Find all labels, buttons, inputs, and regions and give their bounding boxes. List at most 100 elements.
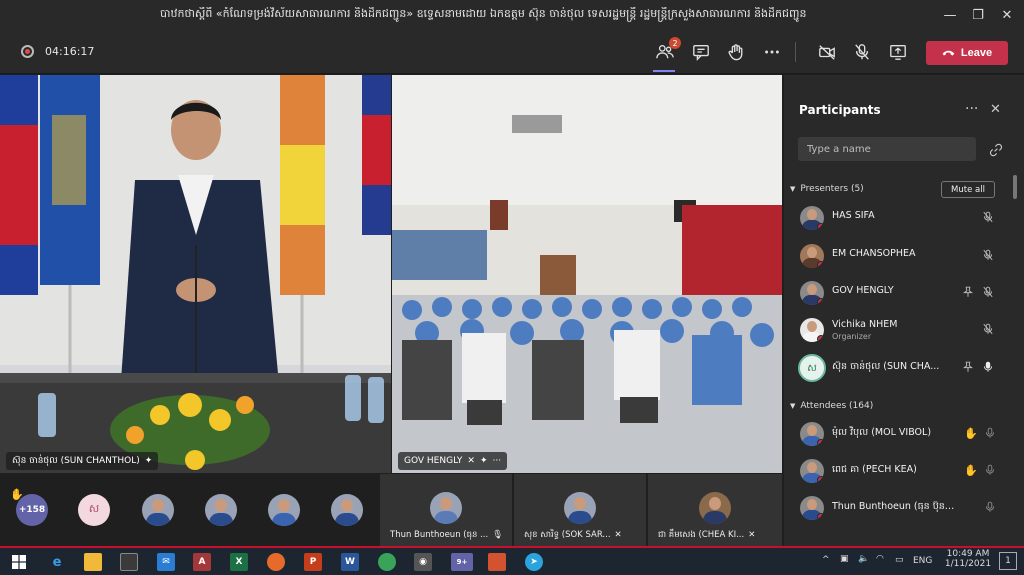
participant-row[interactable]: GOV HENGLY [784,276,1008,312]
firefox-icon[interactable] [267,553,285,571]
word-icon[interactable]: W [341,553,359,571]
mic-disabled-icon [984,464,996,479]
panel-more-button[interactable]: ··· [965,101,978,117]
meeting-timer: 04:16:17 [45,45,95,58]
participant-row[interactable]: HAS SIFA [784,201,1008,237]
pin-icon: ✦ [479,456,488,466]
mic-off-small-icon: ✕ [748,530,756,540]
network-icon[interactable]: ▣ [840,554,849,564]
language-indicator[interactable]: ENG [913,556,932,566]
avatar [800,496,824,520]
share-tray-icon [890,45,906,60]
overflow-count: +158 [18,505,46,515]
close-window-button[interactable]: ✕ [997,6,1017,24]
file-explorer-icon[interactable] [84,553,102,571]
attendees-section-header[interactable]: ▼ Attendees (164) [790,401,873,411]
gallery-tile[interactable]: Thun Bunthoeun (ធុន ... 🎙 [380,474,512,546]
more-actions-button[interactable] [761,41,783,63]
meeting-controls: 04:16:17 2 Leave [0,30,1024,74]
overflow-participants-button[interactable]: +158 [16,494,48,526]
access-icon[interactable]: A [193,553,211,571]
gallery-tile-name-label: ជា គឹមសេង (CHEA KI... ✕ [658,530,755,542]
room-more-button[interactable]: ··· [493,456,502,466]
pin-icon[interactable] [962,286,974,301]
mute-all-button[interactable]: Mute all [941,181,995,198]
participant-row[interactable]: Thun Bunthoeun (ធុន ប៊ុនធឿ... [784,491,1008,527]
room-video-tile[interactable]: GOV HENGLY ✕ ✦ ··· [392,75,782,473]
pin-icon[interactable] [962,361,974,376]
telegram-icon[interactable]: ➤ [525,553,543,571]
mic-on-icon[interactable] [982,361,994,376]
gallery-avatar [564,492,596,524]
mic-off-icon[interactable] [982,286,994,301]
office-icon[interactable] [488,553,506,571]
windows-logo-icon [12,555,26,569]
camera-app-icon[interactable]: ◉ [414,553,432,571]
notification-center-button[interactable]: 1 [999,552,1017,570]
camera-toggle-button[interactable] [816,41,838,63]
raise-hand-button[interactable] [725,41,747,63]
participant-row[interactable]: ពេជ គា (PECH KEA) ✋ [784,454,1008,490]
presenters-section-header[interactable]: ▼ Presenters (5) [790,184,864,194]
excel-icon[interactable]: X [230,553,248,571]
avatar [800,422,824,446]
powerpoint-icon[interactable]: P [304,553,322,571]
participant-name: HAS SIFA [832,210,875,221]
store-icon[interactable] [120,553,138,571]
teams-taskbar-icon[interactable]: 9+ [451,553,473,571]
notification-count: 1 [1005,556,1011,566]
recording-icon [21,45,34,58]
room-video-frame [392,75,782,473]
leave-button[interactable]: Leave [926,41,1008,65]
speaker-video-tile[interactable]: ស៊ុន ចាន់ថុល (SUN CHANTHOL) ✦ [0,75,391,473]
avatar-initial: ស [807,362,817,374]
participant-row[interactable]: ស ស៊ុន ចាន់ថុល (SUN CHA... [784,351,1008,387]
teams-meeting-window: បាឋកថាស្ដីពី «កំណែទម្រង់វិស័យសាធារណការ ន… [0,0,1024,575]
participant-row[interactable]: Vichika NHEM Organizer [784,313,1008,349]
gallery-tile[interactable]: ជា គឹមសេង (CHEA KI... ✕ [648,474,782,546]
gallery-avatar[interactable]: ស [78,494,110,526]
mic-off-icon[interactable] [982,211,994,226]
gallery-avatar[interactable] [142,494,174,526]
title-bar: បាឋកថាស្ដីពី «កំណែទម្រង់វិស័យសាធារណការ ន… [0,0,1024,30]
microphone-toggle-button[interactable] [851,41,873,63]
participant-search-input[interactable] [798,137,976,161]
gallery-avatar[interactable] [268,494,300,526]
maximize-button[interactable]: ❐ [968,6,988,24]
chat-button[interactable] [690,41,712,63]
share-invite-button[interactable] [989,142,1003,161]
show-participants-button[interactable]: 2 [654,37,681,63]
battery-icon[interactable]: ▭ [895,555,904,565]
volume-icon[interactable]: 🔈 [858,554,869,564]
participant-row[interactable]: EM CHANSOPHEA [784,239,1008,275]
windows-start-button[interactable] [10,553,28,571]
mail-icon[interactable]: ✉ [157,553,175,571]
participant-role: Organizer [832,332,872,341]
participant-name: ពេជ គា (PECH KEA) [832,464,917,475]
gallery-tile[interactable]: សុខ សារិទ្ធ (SOK SAR... ✕ [514,474,646,546]
tray-chevron-icon[interactable]: ^ [822,555,830,565]
gallery-tile-name-label: Thun Bunthoeun (ធុន ... 🎙 [390,530,503,542]
panel-scrollbar[interactable] [1013,175,1017,199]
clock-date: 1/11/2021 [944,559,992,569]
clock[interactable]: 10:49 AM 1/11/2021 [943,549,993,569]
mic-disabled-icon [984,501,996,516]
raised-hand-icon: ✋ [964,464,978,477]
more-icon [765,50,779,54]
toolbar-divider [795,42,796,62]
panel-close-button[interactable]: ✕ [990,102,1001,117]
participant-name: ម៉ុល វិបុល (MOL VIBOL) [832,427,932,438]
attendees-count-label: Attendees (164) [800,401,874,411]
mic-off-icon[interactable] [982,323,994,338]
participant-row[interactable]: ម៉ុល វិបុល (MOL VIBOL) ✋ [784,417,1008,453]
edge-icon[interactable]: e [48,553,66,571]
participant-gallery: ✋ +158 ស Thun Bunthoeun (ធុន ... 🎙 សុខ ស… [0,474,784,546]
minimize-button[interactable]: — [940,6,960,24]
chrome-icon[interactable] [378,553,396,571]
mic-off-icon[interactable] [982,249,994,264]
pin-icon: ✦ [144,456,153,466]
gallery-avatar[interactable] [331,494,363,526]
gallery-avatar[interactable] [205,494,237,526]
share-screen-button[interactable] [887,41,909,63]
wifi-icon[interactable]: ◠ [876,554,884,564]
